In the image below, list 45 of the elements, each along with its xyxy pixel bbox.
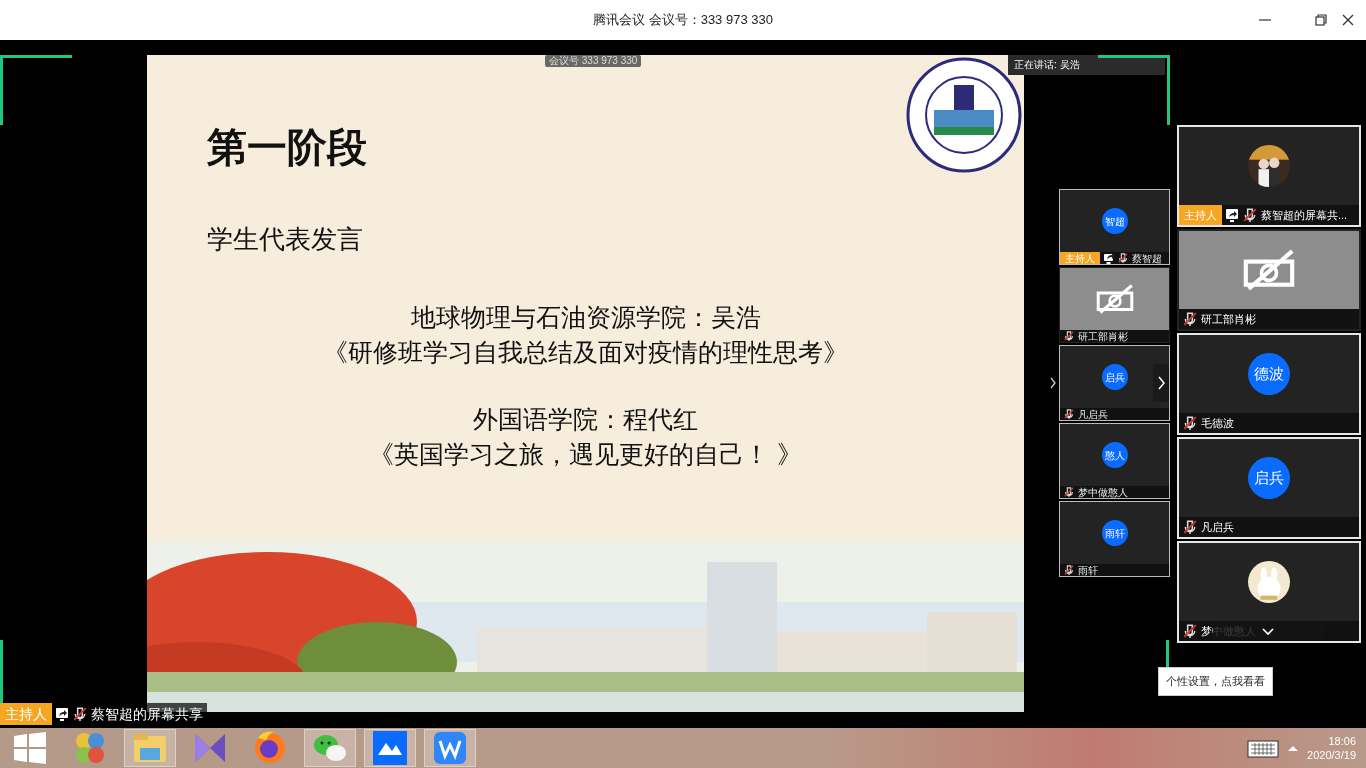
caret-up-icon	[1287, 744, 1300, 754]
participant-name: 凡启兵	[1201, 519, 1234, 535]
meeting-id-label: 会议号 333 973 330	[545, 55, 642, 67]
clock-date: 2020/3/19	[1307, 748, 1356, 762]
avatar: 启兵	[1101, 364, 1128, 390]
host-badge: 主持人	[0, 703, 52, 725]
participant-name: 毛德波	[1201, 415, 1234, 431]
participant-name: 蔡智超	[1132, 252, 1162, 264]
slide-text: 《研修班学习自我总结及面对疫情的理性思考》	[323, 338, 848, 367]
participant-name: 梦中做憨人	[1078, 486, 1128, 498]
presenter-name: 蔡智超的屏幕共享	[91, 704, 204, 724]
taskbar-app[interactable]	[364, 729, 416, 767]
taskbar-app[interactable]	[304, 729, 356, 767]
screen-share-icon	[55, 707, 69, 721]
tooltip: 个性设置，点我看看	[1158, 667, 1273, 696]
mountain-logo-icon	[370, 728, 410, 768]
slide-title: 第一阶段	[207, 124, 367, 171]
participant-name: 凡启兵	[1078, 408, 1108, 420]
avatar: 德波	[1248, 353, 1290, 395]
avatar: 启兵	[1248, 457, 1290, 499]
avatar: 智超	[1101, 208, 1128, 234]
slide-text: 《英国学习之旅，遇见更好的自己！ 》	[369, 440, 802, 469]
host-badge: 主持人	[1179, 205, 1222, 225]
participant-name: 雨轩	[1078, 564, 1098, 576]
frame-corner	[1098, 55, 1170, 125]
chevron-right-icon	[1049, 376, 1057, 390]
avatar: 憨人	[1101, 442, 1128, 468]
slide-text: 地球物理与石油资源学院：吴浩	[410, 303, 761, 332]
host-badge: 主持人	[1060, 252, 1100, 264]
chevron-down-icon	[1261, 626, 1275, 636]
keyboard-icon	[1247, 739, 1280, 758]
participant-name: 研工部肖彬	[1078, 330, 1128, 342]
participant-name: 研工部肖彬	[1201, 311, 1256, 327]
taskbar-app[interactable]	[424, 729, 476, 767]
clock-time: 18:06	[1327, 734, 1356, 748]
chevron-right-icon	[1156, 375, 1166, 391]
slide-text: 外国语学院：程代红	[473, 405, 698, 434]
slide-subtitle: 学生代表发言	[207, 223, 363, 256]
close-icon	[1341, 13, 1355, 27]
frame-corner	[0, 55, 72, 125]
next-page-button[interactable]	[1153, 364, 1169, 402]
restore-icon	[1314, 13, 1328, 27]
participant-name: 蔡智超的屏幕共...	[1261, 207, 1348, 223]
avatar: 雨轩	[1101, 520, 1128, 546]
window-title: 腾讯会议 会议号：333 973 330	[593, 11, 773, 30]
